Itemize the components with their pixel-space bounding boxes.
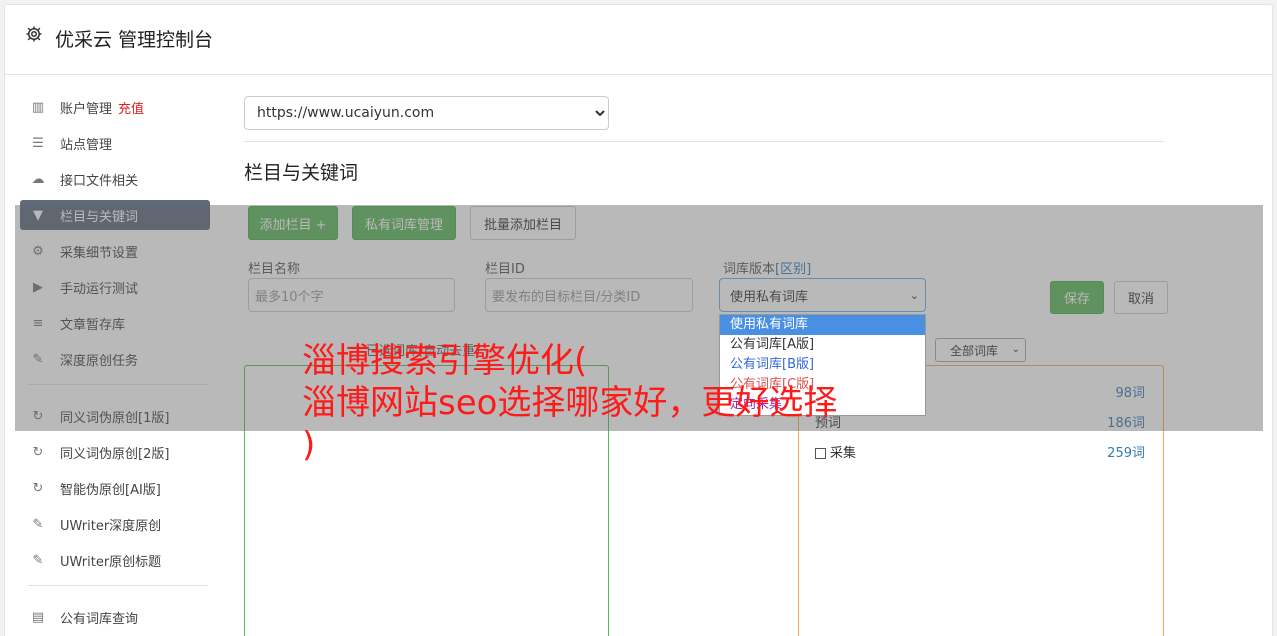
gear-icon bbox=[26, 26, 42, 42]
promo-text: 淄博搜索引擎优化( 淄博网站seo选择哪家好，更好选择 ) bbox=[302, 340, 837, 466]
sidebar-item-label: UWriter深度原创 bbox=[60, 518, 162, 534]
sidebar-item-public-lib[interactable]: ▤ 公有词库查询 bbox=[20, 602, 210, 632]
sidebar-item-ai-rewrite[interactable]: ↻ 智能伪原创[AI版] bbox=[20, 473, 210, 503]
cloud-upload-icon: ☁ bbox=[31, 171, 45, 187]
list-item[interactable]: 采集 259词 bbox=[815, 442, 1145, 461]
sidebar-item-label: 账户管理 bbox=[60, 101, 113, 117]
recharge-link[interactable]: 充值 bbox=[118, 98, 144, 117]
promo-line: 淄博搜索引擎优化( bbox=[302, 341, 588, 381]
sidebar-item-uwriter-deep[interactable]: ✎ UWriter深度原创 bbox=[20, 509, 210, 539]
site-select[interactable]: https://www.ucaiyun.com bbox=[244, 96, 609, 130]
sidebar-item-label: 站点管理 bbox=[60, 137, 113, 153]
section-title: 栏目与关键词 bbox=[244, 162, 359, 184]
sidebar-divider bbox=[28, 585, 208, 586]
sidebar-item-label: 智能伪原创[AI版] bbox=[60, 482, 161, 498]
sidebar-item-label: 公有词库查询 bbox=[60, 611, 139, 627]
refresh-icon: ↻ bbox=[32, 480, 44, 496]
divider bbox=[244, 141, 1164, 142]
server-icon: ☰ bbox=[32, 135, 44, 151]
lib-count: 259词 bbox=[1107, 446, 1145, 461]
refresh-icon: ↻ bbox=[32, 444, 44, 460]
version-option[interactable]: 使用私有词库 bbox=[720, 315, 925, 335]
sidebar-item-interface[interactable]: ☁ 接口文件相关 bbox=[20, 164, 210, 194]
sidebar-item-uwriter-title[interactable]: ✎ UWriter原创标题 bbox=[20, 545, 210, 575]
bar-chart-icon: ▥ bbox=[31, 99, 45, 115]
edit-icon: ✎ bbox=[32, 552, 44, 568]
book-icon: ▤ bbox=[31, 609, 45, 625]
page-title: 优采云 管理控制台 bbox=[55, 29, 214, 51]
sidebar-item-label: 接口文件相关 bbox=[60, 173, 139, 189]
sidebar-item-label: UWriter原创标题 bbox=[60, 554, 162, 570]
sidebar-item-synonym-2[interactable]: ↻ 同义词伪原创[2版] bbox=[20, 437, 210, 467]
promo-line: ) bbox=[302, 425, 316, 465]
header: 优采云 管理控制台 bbox=[5, 5, 1272, 75]
promo-line: 淄博网站seo选择哪家好，更好选择 bbox=[302, 383, 838, 423]
edit-icon: ✎ bbox=[32, 516, 44, 532]
sidebar-item-account[interactable]: ▥ 账户管理 充值 bbox=[20, 92, 210, 122]
sidebar-item-label: 同义词伪原创[2版] bbox=[60, 446, 170, 462]
sidebar-item-sites[interactable]: ☰ 站点管理 bbox=[20, 128, 210, 158]
